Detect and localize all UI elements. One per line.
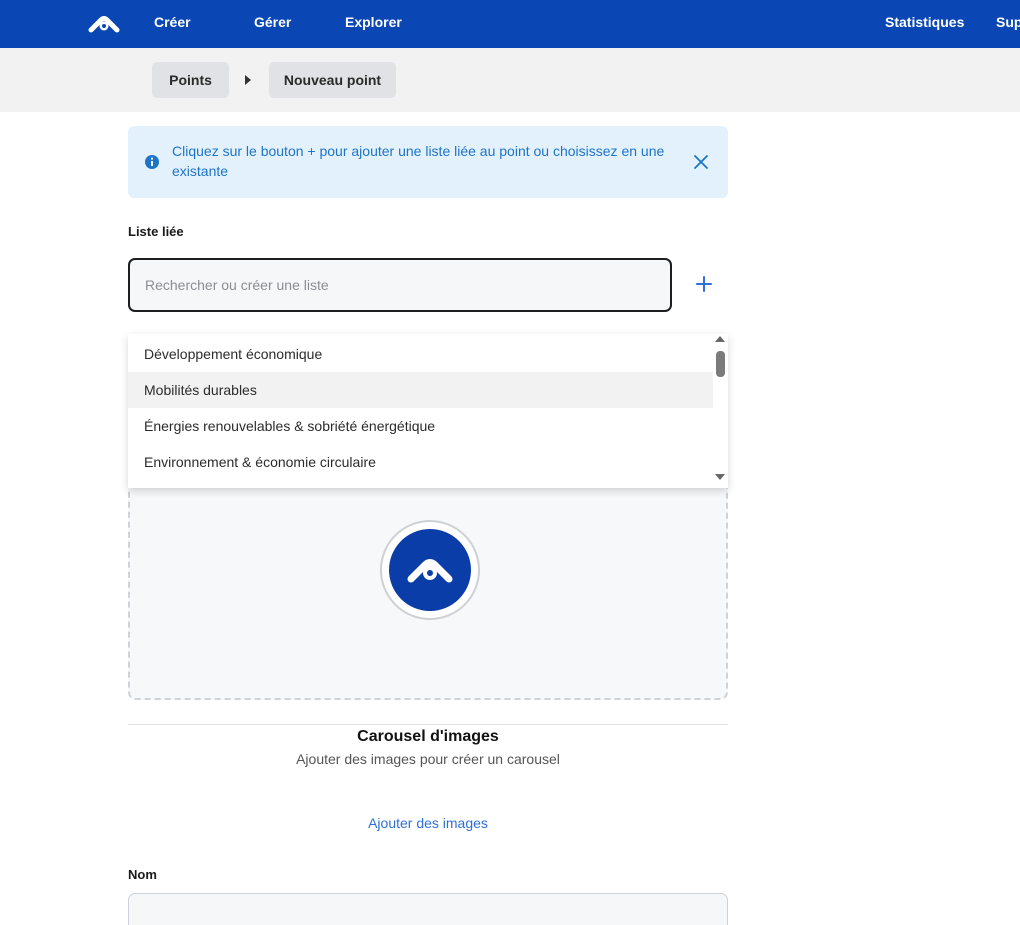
avatar-logo — [389, 529, 471, 611]
top-navbar: Créer Gérer Explorer Statistiques Sup — [0, 0, 1020, 48]
name-input[interactable] — [128, 893, 728, 925]
breadcrumb-points[interactable]: Points — [152, 62, 229, 98]
plus-icon[interactable] — [692, 272, 716, 296]
info-icon — [145, 155, 159, 169]
linked-list-dropdown: Développement économique Mobilités durab… — [128, 334, 728, 488]
brand-logo-icon — [407, 559, 453, 583]
nav-creer[interactable]: Créer — [154, 14, 191, 30]
linked-list-label: Liste liée — [128, 224, 184, 239]
carousel-title: Carousel d'images — [357, 728, 499, 745]
dropdown-option[interactable]: Énergies renouvelables & sobriété énergé… — [128, 408, 713, 444]
breadcrumb: Points Nouveau point — [0, 48, 1020, 112]
dropdown-option[interactable]: Développement économique — [128, 336, 713, 372]
caret-right-icon — [245, 75, 251, 85]
nav-support[interactable]: Sup — [996, 14, 1020, 30]
nav-statistiques[interactable]: Statistiques — [885, 14, 964, 30]
divider — [128, 724, 728, 725]
nav-gerer[interactable]: Gérer — [254, 14, 291, 30]
name-label: Nom — [128, 867, 157, 882]
scroll-up-arrow-icon[interactable] — [715, 336, 725, 342]
carousel-subtitle: Ajouter des images pour créer un carouse… — [296, 751, 560, 767]
alert-message: Cliquez sur le bouton + pour ajouter une… — [172, 143, 665, 179]
scrollbar-thumb[interactable] — [716, 351, 725, 377]
brand-logo-icon[interactable] — [88, 11, 120, 35]
close-icon[interactable] — [693, 154, 709, 170]
scroll-down-arrow-icon[interactable] — [715, 474, 725, 480]
dropdown-option[interactable]: Environnement & économie circulaire — [128, 444, 713, 480]
linked-list-search-input[interactable] — [128, 258, 672, 312]
dropdown-option[interactable]: Mobilités durables — [128, 372, 713, 408]
nav-explorer[interactable]: Explorer — [345, 14, 402, 30]
avatar — [380, 520, 480, 620]
add-images-link[interactable]: Ajouter des images — [128, 815, 728, 831]
breadcrumb-nouveau-point[interactable]: Nouveau point — [269, 62, 396, 98]
info-alert: Cliquez sur le bouton + pour ajouter une… — [128, 126, 728, 198]
